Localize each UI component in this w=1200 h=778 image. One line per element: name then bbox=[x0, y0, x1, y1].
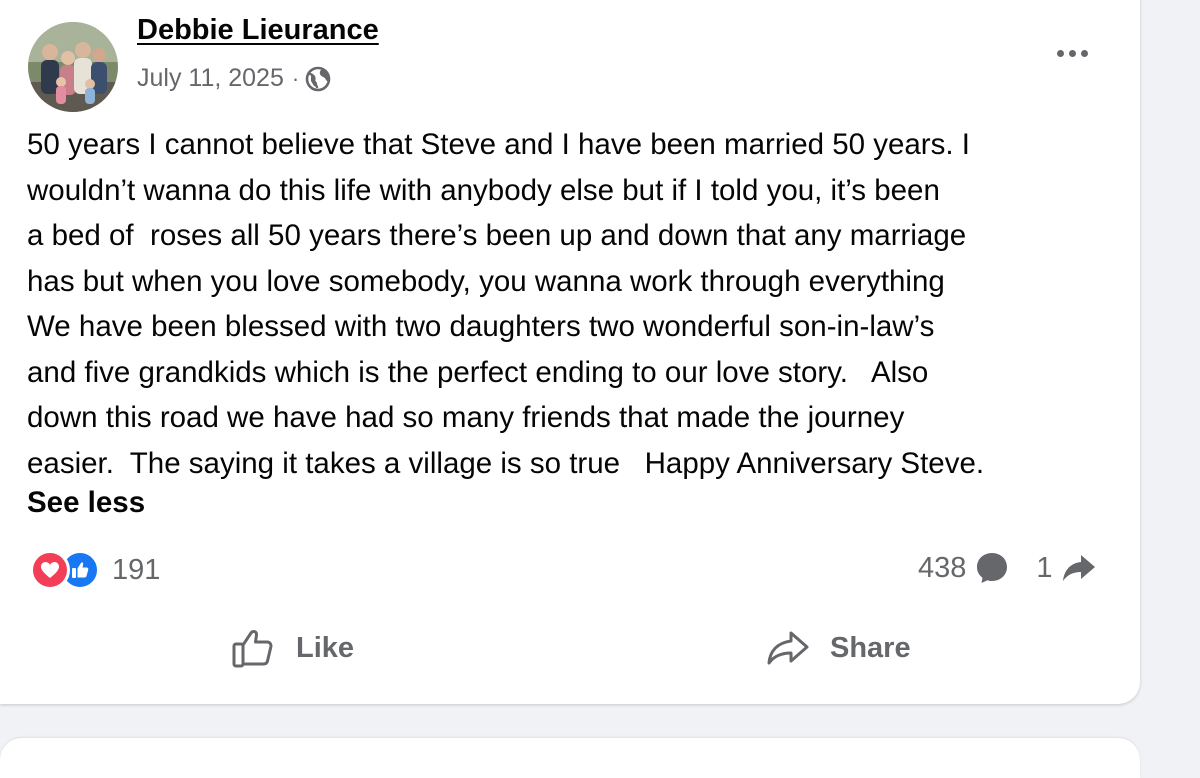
post-text-line: wouldn’t wanna do this life with anybody… bbox=[27, 173, 940, 207]
post-text-line: 50 years I cannot believe that Steve and… bbox=[27, 128, 970, 161]
share-arrow-icon bbox=[1062, 555, 1095, 581]
reaction-count: 191 bbox=[112, 553, 161, 586]
more-options-button[interactable] bbox=[1050, 43, 1094, 63]
shares-count[interactable]: 1 bbox=[1036, 550, 1096, 586]
globe-icon[interactable] bbox=[305, 66, 331, 92]
post-text-line: has but when you love somebody, you wann… bbox=[27, 264, 945, 298]
post-date[interactable]: July 11, 2025 bbox=[137, 64, 284, 93]
like-button[interactable]: Like bbox=[230, 620, 354, 676]
author-avatar[interactable] bbox=[28, 22, 118, 112]
thumbs-up-icon bbox=[232, 629, 273, 668]
more-dot bbox=[1056, 49, 1064, 57]
share-label: Share bbox=[830, 631, 911, 664]
post-text-line: and five grandkids which is the perfect … bbox=[27, 355, 929, 389]
reactions-summary[interactable]: 191 bbox=[30, 550, 160, 590]
like-label: Like bbox=[296, 631, 355, 664]
comments-count[interactable]: 438 bbox=[918, 550, 1010, 586]
post-text-line: down this road we have had so many frien… bbox=[27, 401, 905, 434]
post-text-line: a bed of roses all 50 years there’s been… bbox=[27, 219, 967, 252]
more-dot bbox=[1080, 49, 1088, 57]
see-less-button[interactable]: See less bbox=[27, 486, 145, 520]
post-text-line: easier. The saying it takes a village is… bbox=[27, 446, 985, 480]
more-dot bbox=[1068, 49, 1076, 57]
comment-icon bbox=[977, 553, 1008, 583]
post-text: 50 years I cannot believe that Steve and… bbox=[27, 122, 1122, 486]
share-button[interactable]: Share bbox=[764, 620, 911, 676]
share-count-text: 1 bbox=[1036, 551, 1053, 584]
comment-count-text: 438 bbox=[918, 551, 967, 584]
share-icon bbox=[767, 631, 809, 665]
meta-separator: · bbox=[291, 65, 300, 91]
love-icon bbox=[30, 550, 70, 590]
post-meta: July 11, 2025 · bbox=[137, 64, 331, 93]
post-card: Debbie Lieurance July 11, 2025 · 50 year… bbox=[0, 0, 1140, 704]
post-text-line: We have been blessed with two daughters … bbox=[27, 310, 935, 343]
author-name[interactable]: Debbie Lieurance bbox=[137, 14, 379, 47]
next-post-card bbox=[0, 738, 1140, 778]
post-stats: 438 1 bbox=[918, 550, 1097, 586]
avatar-photo bbox=[28, 22, 118, 112]
